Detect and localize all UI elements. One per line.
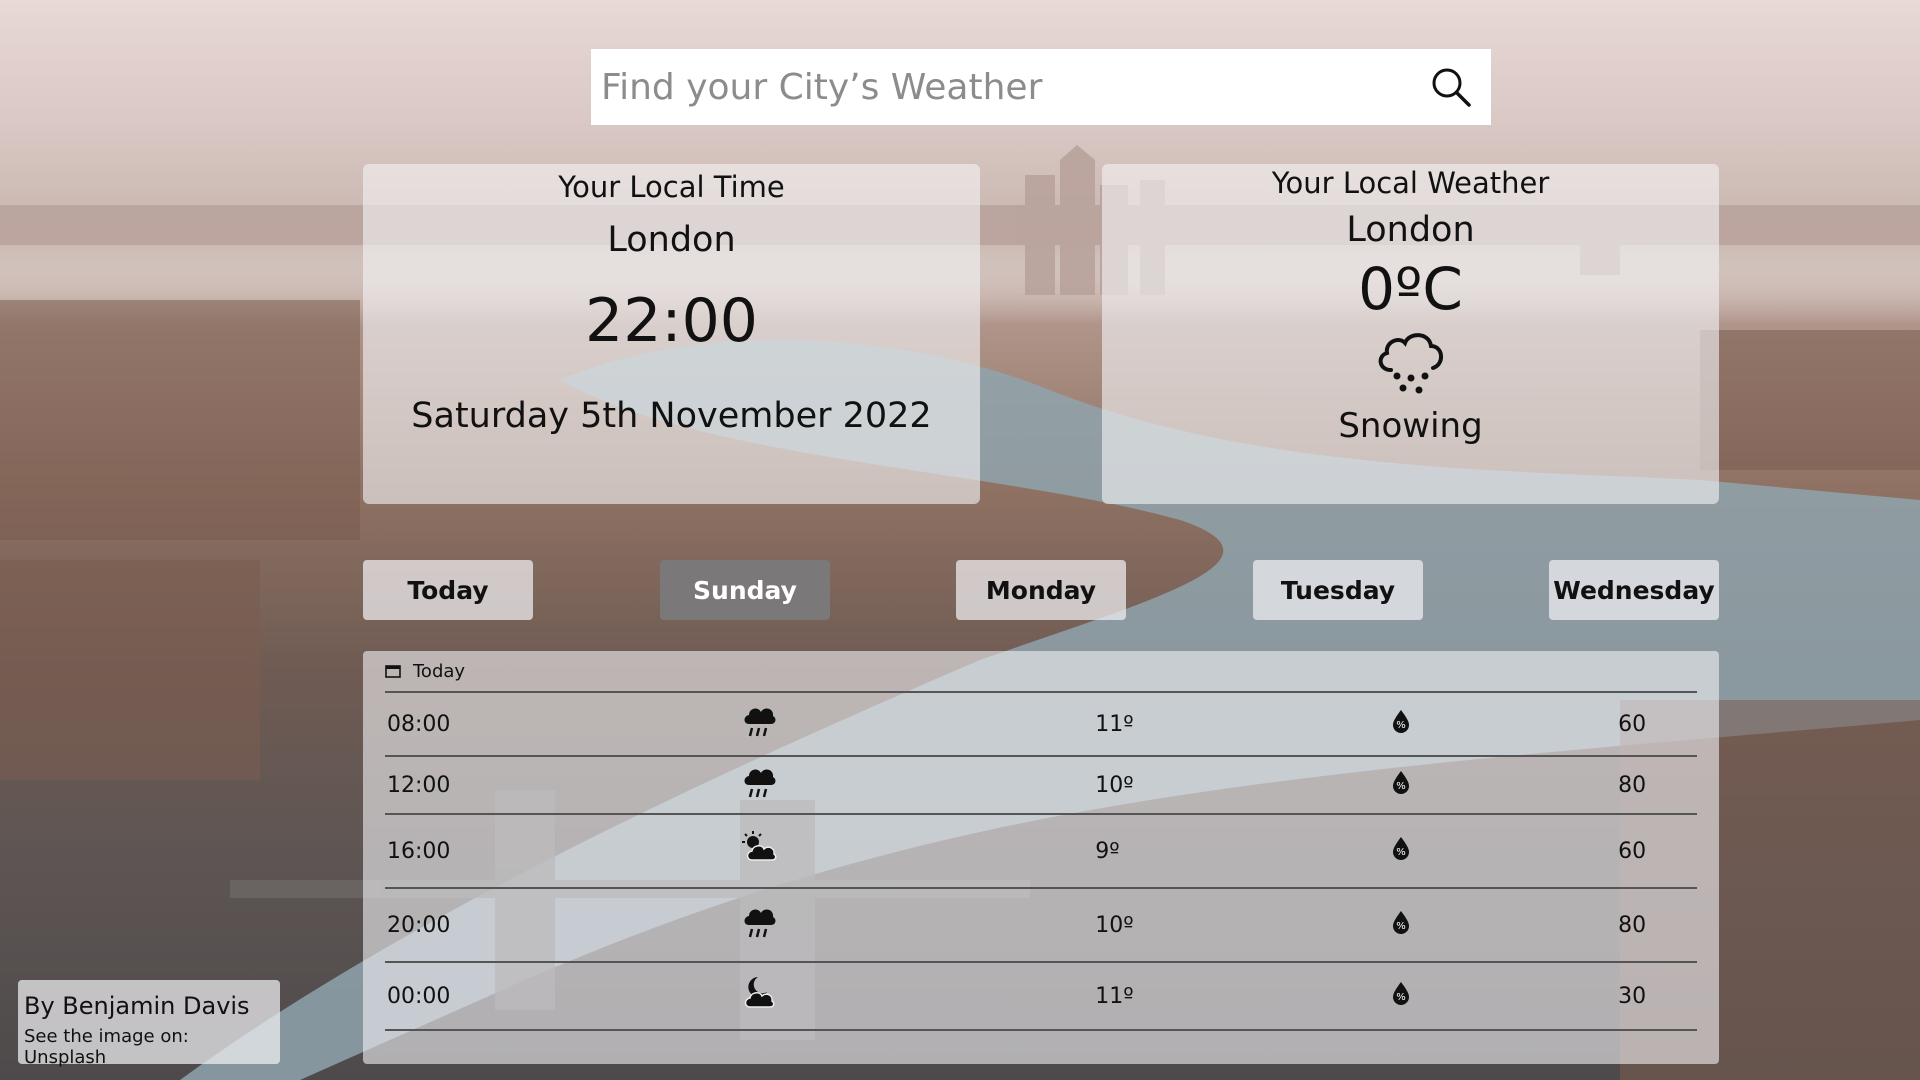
photo-credit: By Benjamin Davis See the image on: Unsp… bbox=[18, 980, 280, 1068]
humidity-icon: % bbox=[1391, 709, 1618, 739]
local-time-city: London bbox=[607, 220, 736, 260]
forecast-time: 20:00 bbox=[387, 912, 451, 938]
tab-wednesday[interactable]: Wednesday bbox=[1549, 560, 1719, 620]
search-icon[interactable] bbox=[1429, 65, 1473, 109]
local-weather-heading: Your Local Weather bbox=[1271, 166, 1550, 200]
tab-sunday[interactable]: Sunday bbox=[660, 560, 830, 620]
svg-text:%: % bbox=[1396, 720, 1406, 731]
svg-text:%: % bbox=[1396, 921, 1406, 932]
forecast-temp: 9º bbox=[1095, 838, 1120, 864]
forecast-header-label: Today bbox=[413, 660, 466, 682]
search-input[interactable] bbox=[601, 49, 1429, 125]
tab-today[interactable]: Today bbox=[363, 560, 533, 620]
local-time-clock: 22:00 bbox=[585, 286, 758, 356]
humidity-icon: % bbox=[1391, 770, 1618, 800]
svg-text:%: % bbox=[1396, 847, 1406, 858]
forecast-humidity: 80 bbox=[1618, 912, 1647, 938]
table-row: 12:00 10º % 80 bbox=[385, 757, 1697, 815]
forecast-humidity: 80 bbox=[1618, 772, 1647, 798]
search-bar bbox=[591, 49, 1491, 125]
snow-cloud-icon bbox=[1102, 324, 1719, 404]
forecast-table: Today 08:00 11º % 60 12:00 10º % 80 16:0… bbox=[363, 651, 1719, 1064]
humidity-icon: % bbox=[1391, 981, 1618, 1011]
photo-credit-link[interactable]: See the image on: Unsplash bbox=[24, 1026, 274, 1068]
table-row: 08:00 11º % 60 bbox=[385, 693, 1697, 757]
forecast-time: 12:00 bbox=[387, 772, 451, 798]
calendar-icon bbox=[385, 665, 401, 678]
forecast-temp: 10º bbox=[1095, 772, 1134, 798]
forecast-time: 16:00 bbox=[387, 838, 451, 864]
forecast-humidity: 60 bbox=[1618, 711, 1647, 737]
table-row: 00:00 11º % 30 bbox=[385, 963, 1697, 1031]
sun-cloud-icon bbox=[740, 829, 1095, 873]
forecast-time: 08:00 bbox=[387, 711, 451, 737]
rain-cloud-icon bbox=[740, 702, 1095, 746]
local-weather-temperature: 0ºC bbox=[1358, 255, 1463, 323]
humidity-icon: % bbox=[1391, 910, 1618, 940]
forecast-header: Today bbox=[385, 651, 1697, 693]
humidity-icon: % bbox=[1391, 836, 1618, 866]
svg-text:%: % bbox=[1396, 992, 1406, 1003]
table-row: 20:00 10º % 80 bbox=[385, 889, 1697, 963]
forecast-temp: 11º bbox=[1095, 711, 1134, 737]
rain-cloud-icon bbox=[740, 763, 1095, 807]
local-weather-city: London bbox=[1346, 210, 1475, 250]
svg-text:%: % bbox=[1396, 781, 1406, 792]
local-weather-panel: Your Local Weather London 0ºC Snowing bbox=[1102, 164, 1719, 504]
tab-monday[interactable]: Monday bbox=[956, 560, 1126, 620]
moon-cloud-icon bbox=[740, 974, 1095, 1018]
local-time-panel: Your Local Time London 22:00 Saturday 5t… bbox=[363, 164, 980, 504]
rain-cloud-icon bbox=[740, 903, 1095, 947]
forecast-temp: 10º bbox=[1095, 912, 1134, 938]
forecast-humidity: 30 bbox=[1618, 983, 1647, 1009]
table-row: 16:00 9º % 60 bbox=[385, 815, 1697, 889]
local-time-heading: Your Local Time bbox=[558, 170, 785, 204]
forecast-humidity: 60 bbox=[1618, 838, 1647, 864]
forecast-temp: 11º bbox=[1095, 983, 1134, 1009]
local-weather-condition: Snowing bbox=[1338, 405, 1483, 446]
forecast-time: 00:00 bbox=[387, 983, 451, 1009]
local-time-date: Saturday 5th November 2022 bbox=[411, 396, 932, 436]
tab-tuesday[interactable]: Tuesday bbox=[1253, 560, 1423, 620]
photo-credit-author: By Benjamin Davis bbox=[24, 992, 250, 1020]
